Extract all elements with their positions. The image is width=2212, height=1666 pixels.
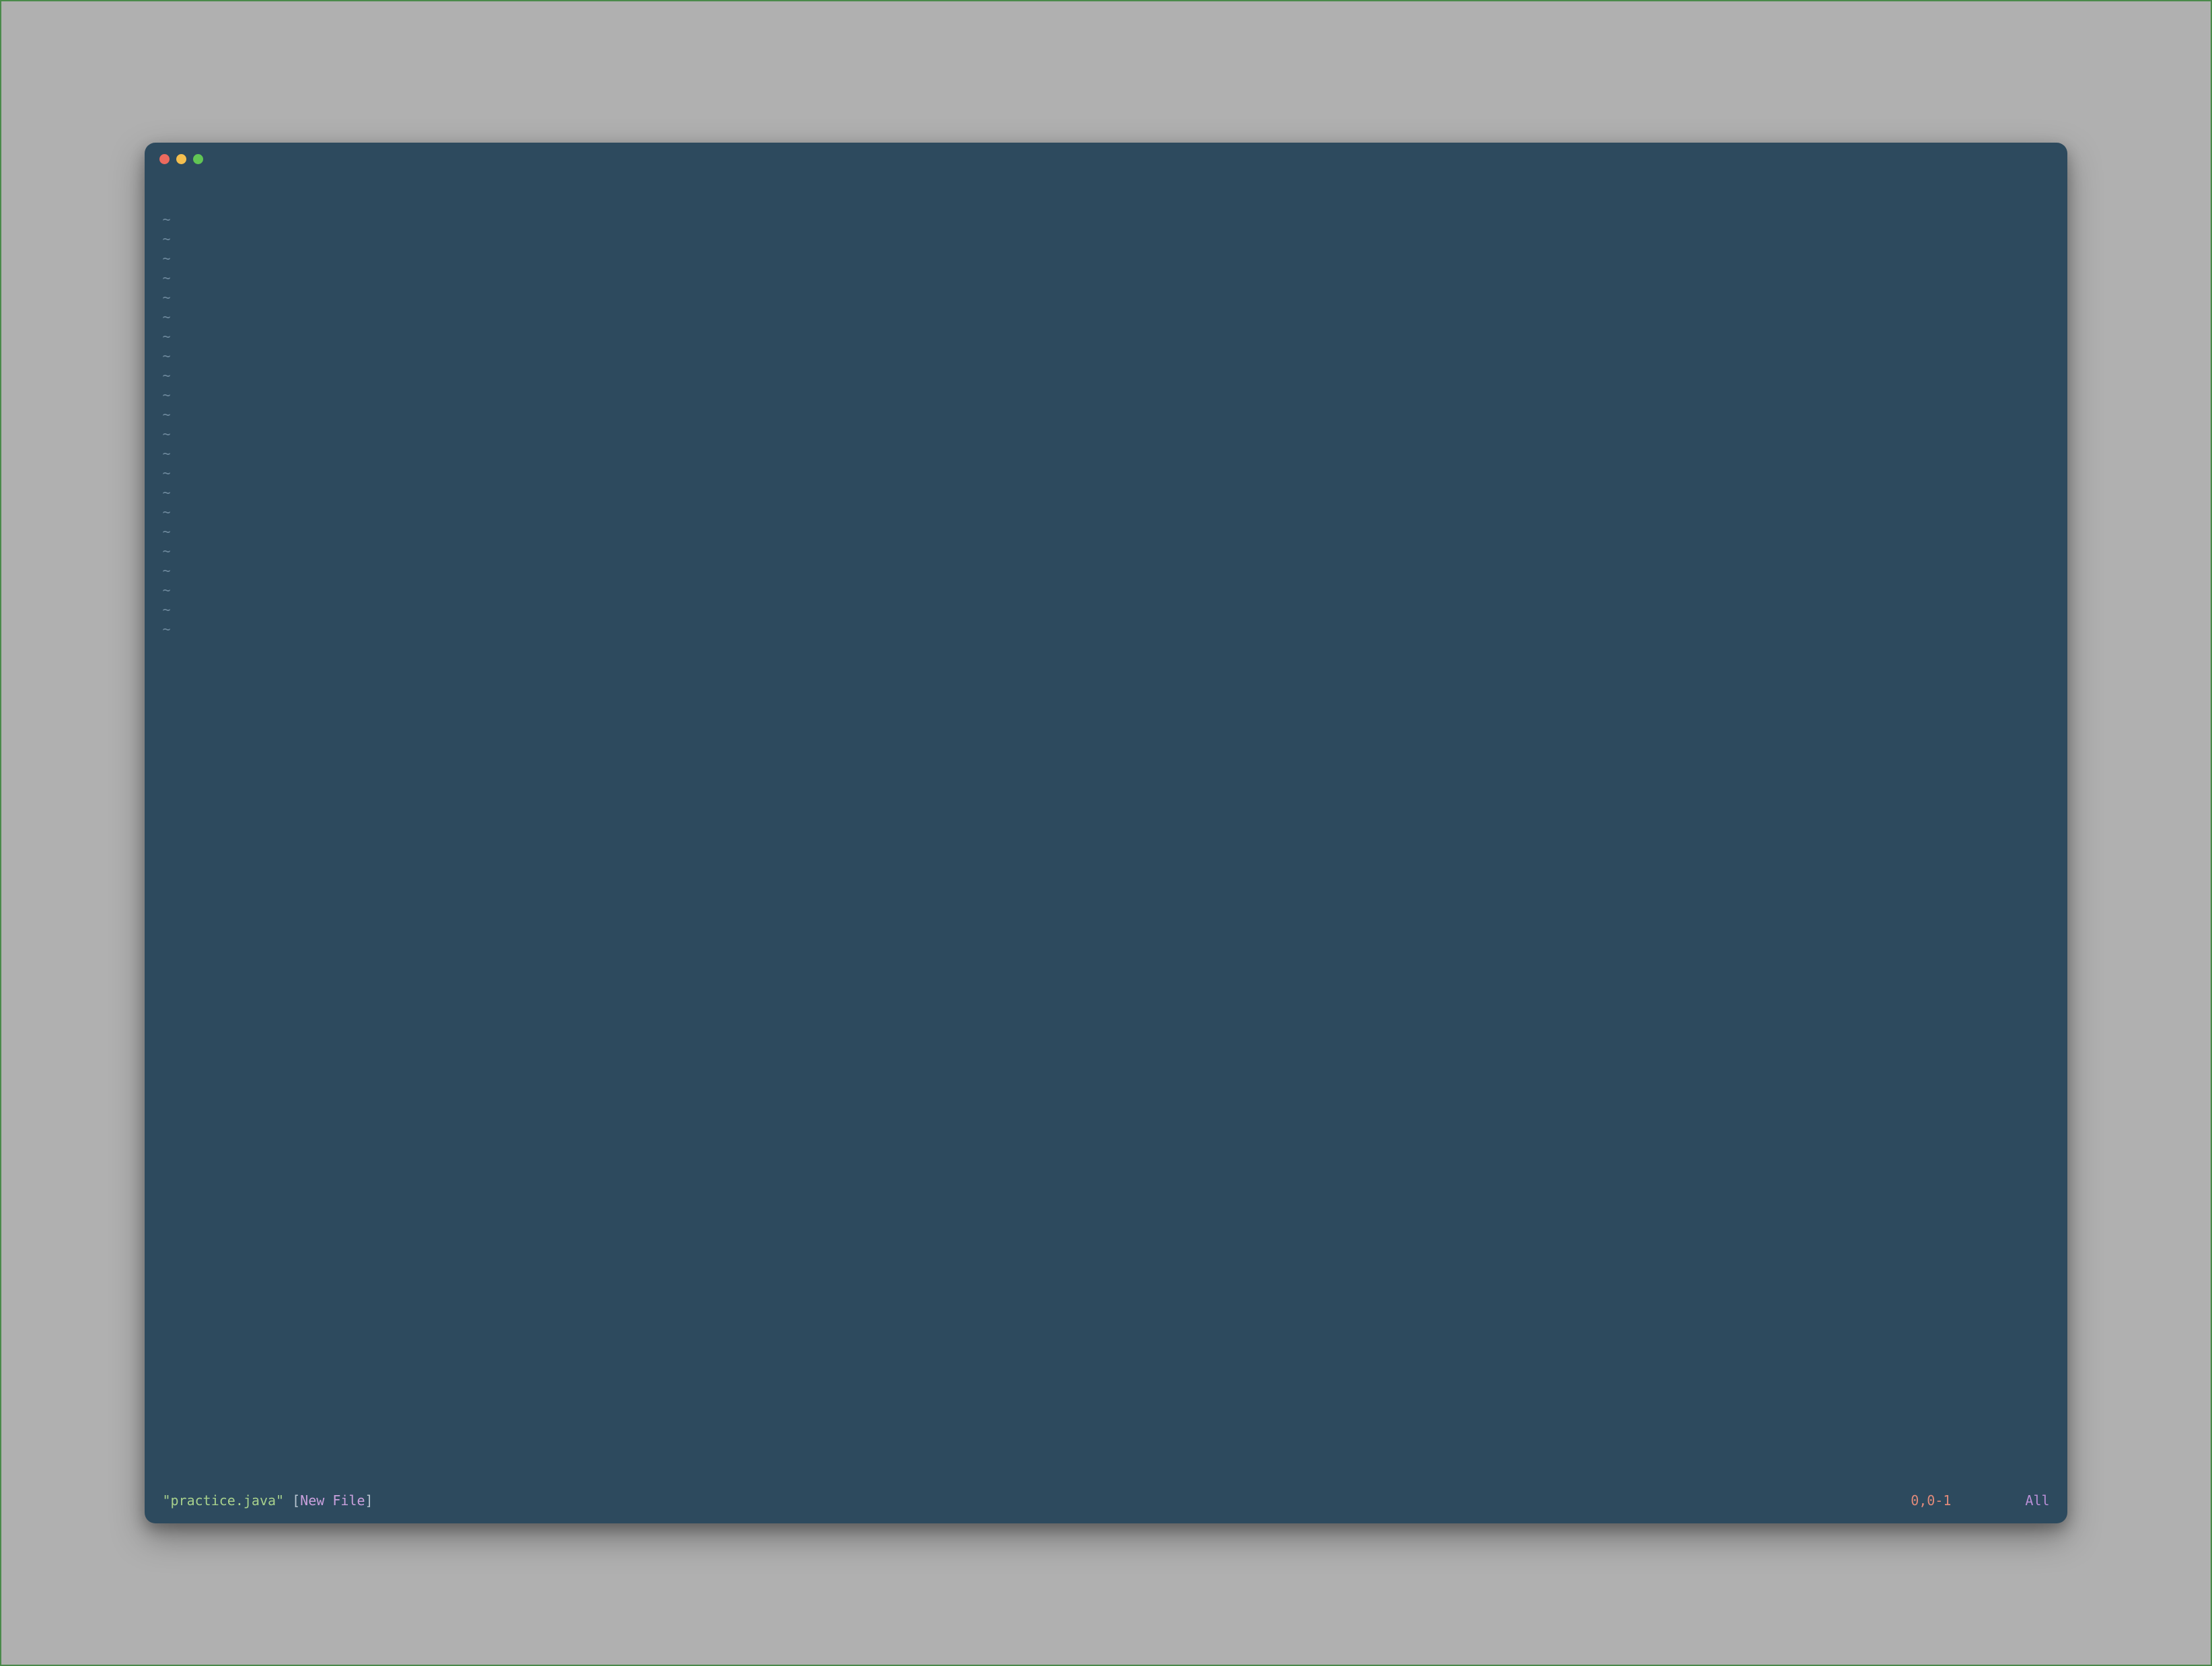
terminal-window: ~~~~~~~~~~~~~~~~~~~~~~ "practice.java" [… xyxy=(145,143,2067,1523)
vim-empty-line: ~ xyxy=(162,600,2049,620)
vim-empty-line: ~ xyxy=(162,229,2049,249)
vim-buffer[interactable]: ~~~~~~~~~~~~~~~~~~~~~~ xyxy=(162,187,2049,1488)
status-cursor-position: 0,0-1 xyxy=(1911,1492,1951,1509)
zoom-icon[interactable] xyxy=(193,154,203,164)
status-filename: "practice.java" xyxy=(162,1492,284,1509)
status-bracket-open: [ xyxy=(292,1492,300,1509)
vim-empty-line: ~ xyxy=(162,210,2049,229)
vim-empty-line: ~ xyxy=(162,503,2049,522)
vim-empty-line: ~ xyxy=(162,620,2049,639)
vim-empty-line: ~ xyxy=(162,268,2049,288)
status-file-state: New File xyxy=(300,1492,365,1509)
vim-empty-line: ~ xyxy=(162,327,2049,347)
vim-empty-line: ~ xyxy=(162,347,2049,366)
close-icon[interactable] xyxy=(159,154,170,164)
vim-empty-line: ~ xyxy=(162,405,2049,425)
vim-empty-line: ~ xyxy=(162,425,2049,444)
status-space xyxy=(284,1492,292,1509)
status-scroll-indicator: All xyxy=(2025,1492,2049,1509)
vim-empty-line: ~ xyxy=(162,288,2049,307)
vim-empty-line: ~ xyxy=(162,522,2049,542)
vim-empty-line: ~ xyxy=(162,561,2049,581)
vim-empty-line: ~ xyxy=(162,366,2049,386)
vim-empty-line: ~ xyxy=(162,444,2049,464)
vim-empty-line: ~ xyxy=(162,464,2049,483)
vim-editor-area[interactable]: ~~~~~~~~~~~~~~~~~~~~~~ xyxy=(145,175,2067,1488)
vim-status-line: "practice.java" [New File] 0,0-1 All xyxy=(145,1488,2067,1523)
vim-empty-line: ~ xyxy=(162,542,2049,561)
vim-empty-line: ~ xyxy=(162,307,2049,327)
window-titlebar xyxy=(145,143,2067,175)
minimize-icon[interactable] xyxy=(176,154,186,164)
vim-empty-line: ~ xyxy=(162,483,2049,503)
vim-empty-line: ~ xyxy=(162,386,2049,405)
vim-empty-line: ~ xyxy=(162,581,2049,600)
status-bracket-close: ] xyxy=(365,1492,373,1509)
vim-empty-line: ~ xyxy=(162,249,2049,268)
